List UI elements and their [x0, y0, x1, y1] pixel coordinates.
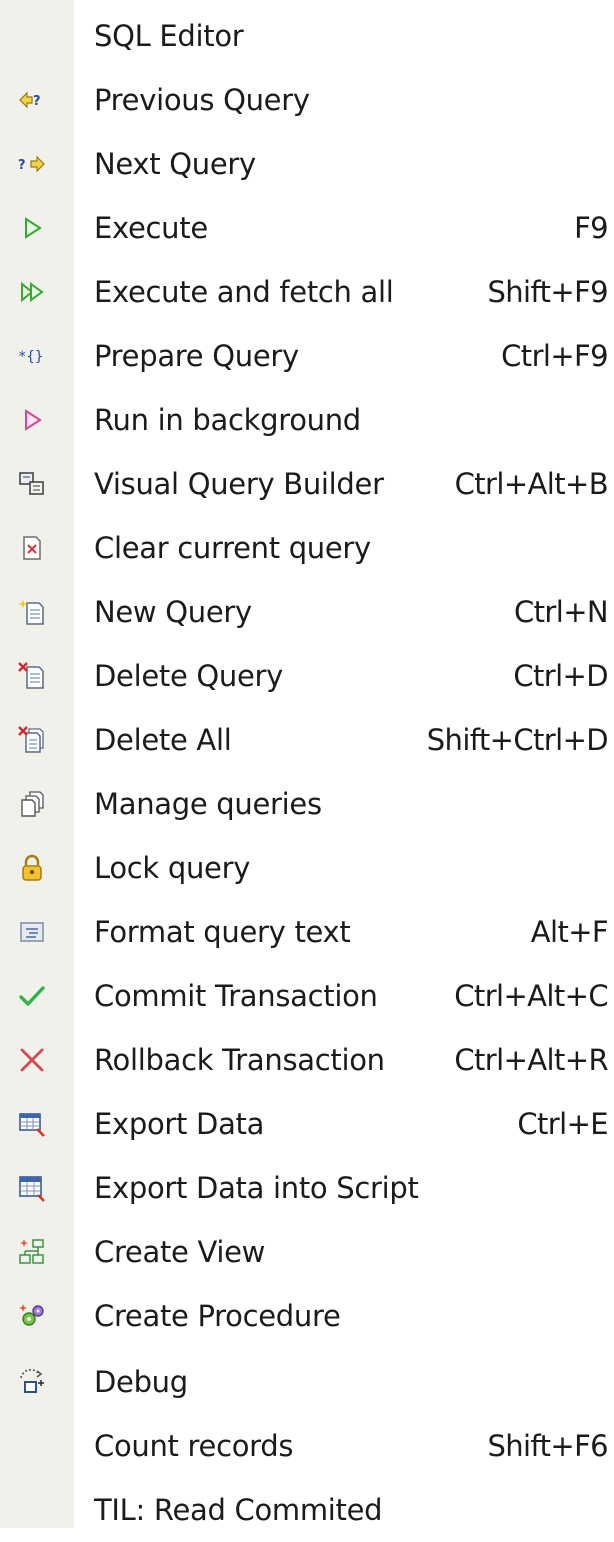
menu-item-commit-transaction[interactable]: Commit Transaction Ctrl+Alt+C [0, 964, 614, 1028]
menu-item-label: Create Procedure [94, 1299, 341, 1333]
menu-item-sql-editor[interactable]: SQL Editor [0, 4, 614, 68]
menu-item-transaction-isolation-level[interactable]: TIL: Read Commited [0, 1478, 614, 1542]
menu-item-execute[interactable]: Execute F9 [0, 196, 614, 260]
execute-icon [18, 214, 46, 242]
menu-item-create-procedure[interactable]: Create Procedure [0, 1284, 614, 1348]
menu-item-prepare-query[interactable]: *{} Prepare Query Ctrl+F9 [0, 324, 614, 388]
menu-item-visual-query-builder[interactable]: Visual Query Builder Ctrl+Alt+B [0, 452, 614, 516]
menu-item-shortcut: Ctrl+Alt+R [454, 1043, 608, 1077]
menu-item-label: Create View [94, 1235, 266, 1269]
menu-item-shortcut: Ctrl+Alt+C [454, 979, 608, 1013]
debug-icon [18, 1368, 46, 1396]
menu-item-clear-current-query[interactable]: Clear current query [0, 516, 614, 580]
menu-item-export-data-into-script[interactable]: Export Data into Script [0, 1156, 614, 1220]
menu-item-label: Lock query [94, 851, 251, 885]
next-query-icon: ? [18, 150, 46, 178]
delete-all-icon [18, 726, 46, 754]
svg-text:?: ? [18, 158, 26, 173]
menu-item-manage-queries[interactable]: Manage queries [0, 772, 614, 836]
menu-item-lock-query[interactable]: Lock query [0, 836, 614, 900]
menu-item-shortcut: Shift+F6 [487, 1429, 608, 1463]
menu-item-label: Format query text [94, 915, 351, 949]
query-builder-icon [18, 470, 46, 498]
menu-item-export-data[interactable]: Export Data Ctrl+E [0, 1092, 614, 1156]
prepare-query-icon: *{} [18, 342, 46, 370]
export-script-icon [18, 1174, 46, 1202]
previous-query-icon: ? [18, 86, 46, 114]
execute-fetch-all-icon [18, 278, 46, 306]
export-data-icon [18, 1110, 46, 1138]
menu-item-previous-query[interactable]: ? Previous Query [0, 68, 614, 132]
menu-item-run-background[interactable]: Run in background [0, 388, 614, 452]
menu-item-shortcut: Alt+F [530, 915, 609, 949]
menu-item-delete-query[interactable]: Delete Query Ctrl+D [0, 644, 614, 708]
manage-queries-icon [18, 790, 46, 818]
clear-query-icon [18, 534, 46, 562]
menu-item-label: TIL: Read Commited [94, 1493, 383, 1527]
menu-item-label: New Query [94, 595, 252, 629]
menu-item-label: Debug [94, 1365, 188, 1399]
menu-item-label: Count records [94, 1429, 294, 1463]
run-background-icon [18, 406, 46, 434]
menu-item-shortcut: Ctrl+N [514, 595, 609, 629]
menu-item-label: Delete All [94, 723, 232, 757]
menu-item-shortcut: Ctrl+E [517, 1107, 608, 1141]
menu-item-label: Next Query [94, 147, 256, 181]
create-procedure-icon [18, 1302, 46, 1330]
check-icon [18, 982, 46, 1010]
menu-item-label: Run in background [94, 403, 361, 437]
menu-item-shortcut: Shift+F9 [487, 275, 608, 309]
menu-item-debug[interactable]: Debug [0, 1350, 614, 1414]
create-view-icon [18, 1238, 46, 1266]
menu-item-label: Commit Transaction [94, 979, 378, 1013]
lock-icon [18, 854, 46, 882]
menu-item-new-query[interactable]: New Query Ctrl+N [0, 580, 614, 644]
menu-item-label: Delete Query [94, 659, 284, 693]
menu-item-label: Rollback Transaction [94, 1043, 385, 1077]
menu-item-label: Export Data [94, 1107, 265, 1141]
menu-item-label: Execute [94, 211, 208, 245]
menu-item-format-query-text[interactable]: Format query text Alt+F [0, 900, 614, 964]
svg-text:*{}: *{} [18, 349, 43, 365]
menu-item-execute-fetch-all[interactable]: Execute and fetch all Shift+F9 [0, 260, 614, 324]
menu-item-label: Execute and fetch all [94, 275, 394, 309]
menu-item-shortcut: Ctrl+D [513, 659, 608, 693]
menu-item-count-records[interactable]: Count records Shift+F6 [0, 1414, 614, 1478]
menu-item-shortcut: Shift+Ctrl+D [426, 723, 609, 757]
delete-query-icon [18, 662, 46, 690]
menu-item-shortcut: F9 [574, 211, 609, 245]
menu-item-label: SQL Editor [94, 19, 244, 53]
cross-icon [18, 1046, 46, 1074]
menu-item-shortcut: Ctrl+F9 [501, 339, 608, 373]
menu-item-shortcut: Ctrl+Alt+B [454, 467, 609, 501]
svg-text:?: ? [33, 94, 41, 109]
menu-item-label: Clear current query [94, 531, 371, 565]
menu-item-next-query[interactable]: ? Next Query [0, 132, 614, 196]
menu-item-delete-all[interactable]: Delete All Shift+Ctrl+D [0, 708, 614, 772]
menu-item-label: Prepare Query [94, 339, 299, 373]
sql-editor-menu: SQL Editor ? Previous Query ? Next Query… [0, 0, 614, 1528]
format-text-icon [18, 918, 46, 946]
menu-item-label: Previous Query [94, 83, 310, 117]
menu-item-label: Export Data into Script [94, 1171, 419, 1205]
menu-item-rollback-transaction[interactable]: Rollback Transaction Ctrl+Alt+R [0, 1028, 614, 1092]
menu-item-create-view[interactable]: Create View [0, 1220, 614, 1284]
menu-item-label: Manage queries [94, 787, 322, 821]
new-query-icon [18, 598, 46, 626]
menu-item-label: Visual Query Builder [94, 467, 384, 501]
